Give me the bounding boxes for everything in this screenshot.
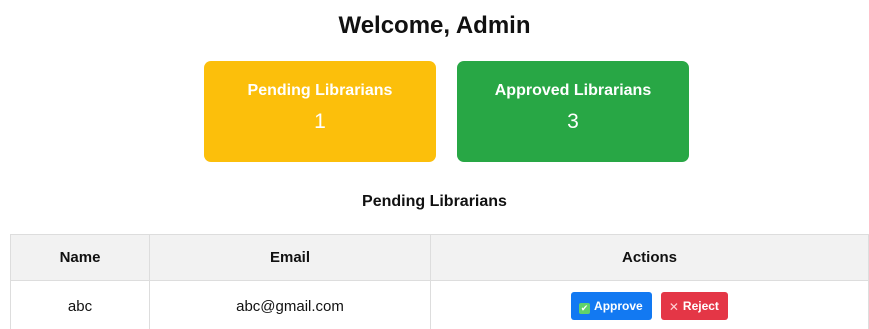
page-title: Welcome, Admin — [338, 12, 531, 39]
approved-card-count: 3 — [567, 110, 579, 133]
approve-button-label: Approve — [594, 299, 643, 313]
reject-button-label: Reject — [682, 299, 719, 313]
column-header-email: Email — [149, 234, 431, 281]
row-actions: ✔ Approve ✕ Reject — [430, 280, 869, 329]
column-header-name: Name — [10, 234, 150, 281]
table-row: abc abc@gmail.com ✔ Approve ✕ Reject — [10, 280, 869, 329]
approved-card-title: Approved Librarians — [494, 82, 652, 99]
pending-librarians-table: Name Email Actions abc abc@gmail.com ✔ Ap… — [10, 234, 869, 329]
check-box-icon: ✔ — [579, 303, 591, 314]
approve-button[interactable]: ✔ Approve — [571, 292, 652, 320]
pending-librarians-card: Pending Librarians 1 — [204, 61, 436, 162]
pending-section-title: Pending Librarians — [362, 193, 507, 210]
stats-cards: Pending Librarians 1 Approved Librarians… — [0, 61, 869, 162]
librarian-email: abc@gmail.com — [149, 280, 431, 329]
pending-card-title: Pending Librarians — [247, 82, 393, 99]
reject-button[interactable]: ✕ Reject — [660, 292, 728, 320]
table-header-row: Name Email Actions — [10, 234, 869, 281]
x-icon: ✕ — [668, 300, 679, 314]
column-header-actions: Actions — [430, 234, 869, 281]
librarian-name: abc — [10, 280, 150, 329]
pending-card-count: 1 — [314, 110, 326, 133]
approved-librarians-card: Approved Librarians 3 — [457, 61, 689, 162]
admin-dashboard: Welcome, Admin Pending Librarians 1 Appr… — [0, 0, 869, 329]
